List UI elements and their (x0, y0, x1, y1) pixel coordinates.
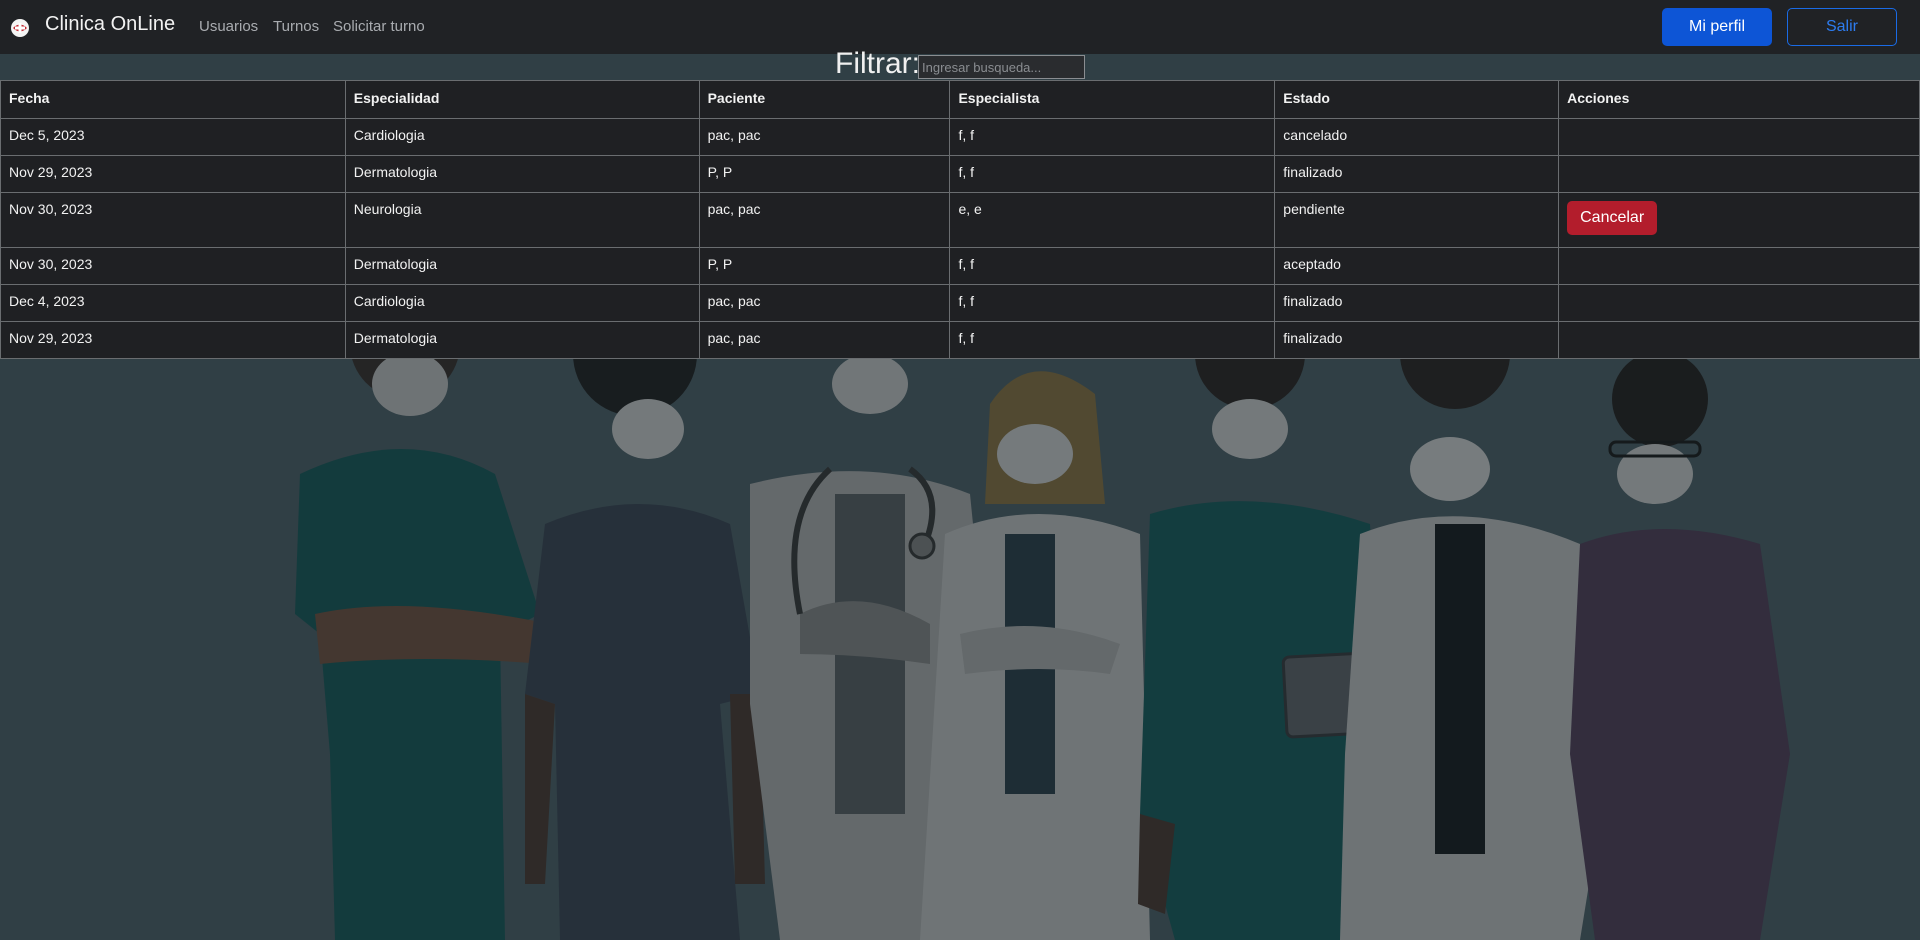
cell-especialista: f, f (949, 118, 1276, 156)
nav-link-solicitar-turno[interactable]: Solicitar turno (333, 18, 425, 35)
filter-search-input[interactable] (918, 55, 1085, 79)
nav-link-turnos[interactable]: Turnos (273, 18, 319, 35)
cell-fecha: Nov 30, 2023 (0, 247, 346, 285)
cancel-turno-button[interactable]: Cancelar (1567, 201, 1658, 235)
table-row[interactable]: Nov 30, 2023 Neurologia pac, pac e, e pe… (0, 192, 1920, 248)
table-row[interactable]: Nov 29, 2023 Dermatologia pac, pac f, f … (0, 321, 1920, 359)
cell-acciones (1558, 155, 1920, 193)
cell-acciones (1558, 118, 1920, 156)
cell-especialista: f, f (949, 247, 1276, 285)
cell-acciones: Cancelar (1558, 192, 1920, 248)
cell-estado: finalizado (1274, 321, 1560, 359)
cell-especialista: f, f (949, 321, 1276, 359)
cell-paciente: pac, pac (698, 192, 951, 248)
cell-paciente: P, P (698, 155, 951, 193)
header-acciones: Acciones (1558, 80, 1920, 119)
cell-fecha: Dec 4, 2023 (0, 284, 346, 322)
cell-fecha: Nov 30, 2023 (0, 192, 346, 248)
cell-estado: finalizado (1274, 155, 1560, 193)
cell-especialista: e, e (949, 192, 1276, 248)
logout-button[interactable]: Salir (1787, 8, 1897, 46)
turnos-table: Fecha Especialidad Paciente Especialista… (0, 80, 1920, 359)
cell-acciones (1558, 321, 1920, 359)
cell-paciente: P, P (698, 247, 951, 285)
cell-acciones (1558, 284, 1920, 322)
cell-especialidad: Neurologia (344, 192, 700, 248)
cell-estado: aceptado (1274, 247, 1560, 285)
cell-paciente: pac, pac (698, 118, 951, 156)
cell-fecha: Dec 5, 2023 (0, 118, 346, 156)
nav-link-usuarios[interactable]: Usuarios (199, 18, 258, 35)
cell-especialista: f, f (949, 155, 1276, 193)
header-especialista[interactable]: Especialista (949, 80, 1276, 119)
brand-name[interactable]: Clinica OnLine (45, 13, 175, 36)
filter-label: Filtrar: (835, 47, 920, 80)
table-row[interactable]: Dec 5, 2023 Cardiologia pac, pac f, f ca… (0, 118, 1920, 156)
header-paciente[interactable]: Paciente (698, 80, 951, 119)
clinic-logo-icon[interactable] (10, 18, 30, 38)
header-fecha[interactable]: Fecha (0, 80, 346, 119)
cell-estado: cancelado (1274, 118, 1560, 156)
cell-acciones (1558, 247, 1920, 285)
cell-especialista: f, f (949, 284, 1276, 322)
cell-estado: finalizado (1274, 284, 1560, 322)
cell-estado: pendiente (1274, 192, 1560, 248)
cell-especialidad: Cardiologia (344, 118, 700, 156)
table-header-row: Fecha Especialidad Paciente Especialista… (0, 80, 1920, 119)
cell-paciente: pac, pac (698, 284, 951, 322)
cell-especialidad: Dermatologia (344, 321, 700, 359)
cell-fecha: Nov 29, 2023 (0, 155, 346, 193)
table-row[interactable]: Dec 4, 2023 Cardiologia pac, pac f, f fi… (0, 284, 1920, 322)
table-row[interactable]: Nov 30, 2023 Dermatologia P, P f, f acep… (0, 247, 1920, 285)
cell-especialidad: Dermatologia (344, 247, 700, 285)
table-row[interactable]: Nov 29, 2023 Dermatologia P, P f, f fina… (0, 155, 1920, 193)
header-estado[interactable]: Estado (1274, 80, 1560, 119)
profile-button[interactable]: Mi perfil (1662, 8, 1772, 46)
cell-fecha: Nov 29, 2023 (0, 321, 346, 359)
cell-especialidad: Cardiologia (344, 284, 700, 322)
cell-paciente: pac, pac (698, 321, 951, 359)
header-especialidad[interactable]: Especialidad (344, 80, 700, 119)
cell-especialidad: Dermatologia (344, 155, 700, 193)
top-navbar: Clinica OnLine Usuarios Turnos Solicitar… (0, 0, 1920, 54)
